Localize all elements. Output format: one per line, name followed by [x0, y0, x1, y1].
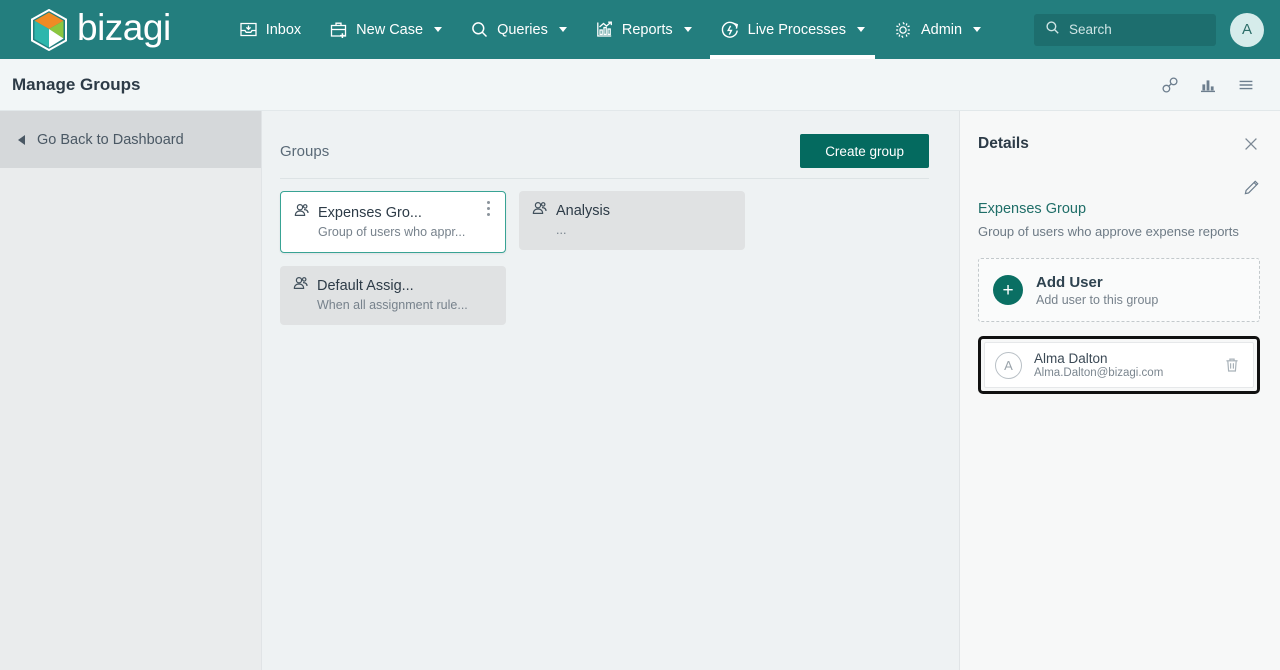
group-card-title: Analysis [556, 202, 610, 219]
bizagi-wordmark: bizagi [77, 7, 171, 48]
link-icon[interactable] [1160, 75, 1180, 95]
group-card-analysis[interactable]: Analysis ... [519, 191, 745, 250]
chevron-down-icon [856, 27, 865, 32]
group-card-title: Expenses Gro... [318, 204, 422, 221]
edit-pencil-icon[interactable] [1243, 179, 1260, 197]
nav-items: Inbox New Case Queries Reports Live Proc… [225, 0, 995, 59]
details-group-name: Expenses Group [978, 201, 1087, 217]
chart-icon [595, 20, 614, 39]
top-navigation-bar: bizagi Inbox New Case Queries Reports Li… [0, 0, 1280, 59]
inbox-icon [239, 20, 258, 39]
group-users-icon [531, 200, 548, 221]
nav-item-admin[interactable]: Admin [879, 0, 995, 59]
gear-icon [893, 20, 913, 40]
nav-item-label: New Case [356, 21, 424, 38]
page-actions [1160, 75, 1256, 95]
details-header: Details [978, 131, 1260, 157]
groups-section-label: Groups [280, 142, 330, 160]
search-icon [1045, 20, 1060, 40]
page-layout: Go Back to Dashboard Groups Create group [0, 111, 1280, 670]
group-card-subtitle: ... [556, 223, 567, 237]
user-avatar[interactable]: A [1230, 12, 1264, 47]
groups-header: Groups Create group [280, 129, 929, 173]
nav-item-inbox[interactable]: Inbox [225, 0, 315, 59]
details-edit-row [978, 179, 1260, 197]
group-users-icon [292, 275, 309, 296]
nav-item-label: Queries [497, 21, 548, 38]
user-info: Alma Dalton Alma.Dalton@bizagi.com [1034, 351, 1163, 379]
group-users-icon [293, 202, 310, 223]
group-card-menu-icon[interactable] [481, 201, 495, 216]
add-user-button[interactable]: + Add User Add user to this group [978, 258, 1260, 322]
details-panel: Details Expenses Group Group of users wh… [960, 111, 1280, 670]
group-card-subtitle: Group of users who appr... [318, 225, 466, 239]
sidebar: Go Back to Dashboard [0, 111, 262, 670]
sidebar-item-go-back-to-dashboard[interactable]: Go Back to Dashboard [0, 111, 261, 168]
page-title-bar: Manage Groups [0, 59, 1280, 111]
group-card-title: Default Assig... [317, 277, 414, 294]
group-card-expenses[interactable]: Expenses Gro... Group of users who appr.… [280, 191, 506, 253]
main-content: Groups Create group Expenses Gro... Grou… [262, 111, 960, 670]
nav-item-label: Reports [621, 21, 673, 38]
group-card-title-row: Expenses Gro... [293, 202, 493, 223]
section-divider [280, 178, 929, 179]
nav-item-queries[interactable]: Queries [456, 0, 581, 59]
add-user-subtitle: Add user to this group [1036, 292, 1159, 307]
close-icon[interactable] [1242, 135, 1260, 153]
search-input[interactable]: Search [1034, 13, 1216, 46]
chevron-down-icon [683, 27, 692, 32]
group-card-title-row: Default Assig... [292, 275, 494, 296]
user-email: Alma.Dalton@bizagi.com [1034, 367, 1164, 379]
nav-right-group: Search A [1034, 12, 1264, 47]
user-name: Alma Dalton [1034, 351, 1108, 366]
create-group-button[interactable]: Create group [800, 134, 929, 168]
briefcase-plus-icon [329, 20, 348, 39]
nav-item-label: Inbox [265, 21, 302, 38]
bar-chart-icon[interactable] [1198, 75, 1218, 95]
group-card-title-row: Analysis [531, 200, 733, 221]
user-list-item[interactable]: A Alma Dalton Alma.Dalton@bizagi.com [984, 342, 1254, 388]
search-placeholder: Search [1069, 22, 1112, 37]
nav-item-label: Live Processes [747, 21, 846, 38]
hamburger-menu-icon[interactable] [1236, 75, 1256, 95]
chevron-left-icon [18, 134, 25, 145]
details-group-description: Group of users who approve expense repor… [978, 224, 1239, 239]
nav-item-new-case[interactable]: New Case [315, 0, 456, 59]
chevron-down-icon [558, 27, 567, 32]
user-row-highlight: A Alma Dalton Alma.Dalton@bizagi.com [978, 336, 1260, 394]
nav-item-reports[interactable]: Reports [581, 0, 706, 59]
trash-icon[interactable] [1223, 356, 1241, 374]
group-card-default-assignment[interactable]: Default Assig... When all assignment rul… [280, 266, 506, 325]
nav-item-live-processes[interactable]: Live Processes [706, 0, 879, 59]
sidebar-item-label: Go Back to Dashboard [37, 131, 184, 148]
groups-card-list: Expenses Gro... Group of users who appr.… [280, 191, 929, 325]
live-process-icon [720, 20, 740, 40]
add-user-title: Add User [1036, 273, 1103, 291]
avatar: A [995, 351, 1022, 379]
bizagi-logo-icon [30, 8, 68, 51]
chevron-down-icon [973, 27, 982, 32]
chevron-down-icon [434, 27, 443, 32]
add-user-text: Add User Add user to this group [1036, 274, 1158, 307]
plus-icon: + [993, 275, 1023, 305]
bizagi-brand[interactable]: bizagi [30, 7, 171, 51]
group-card-subtitle: When all assignment rule... [317, 298, 468, 312]
details-title: Details [978, 135, 1029, 152]
page-title: Manage Groups [12, 74, 141, 94]
nav-item-label: Admin [920, 21, 963, 38]
search-icon [470, 20, 489, 39]
